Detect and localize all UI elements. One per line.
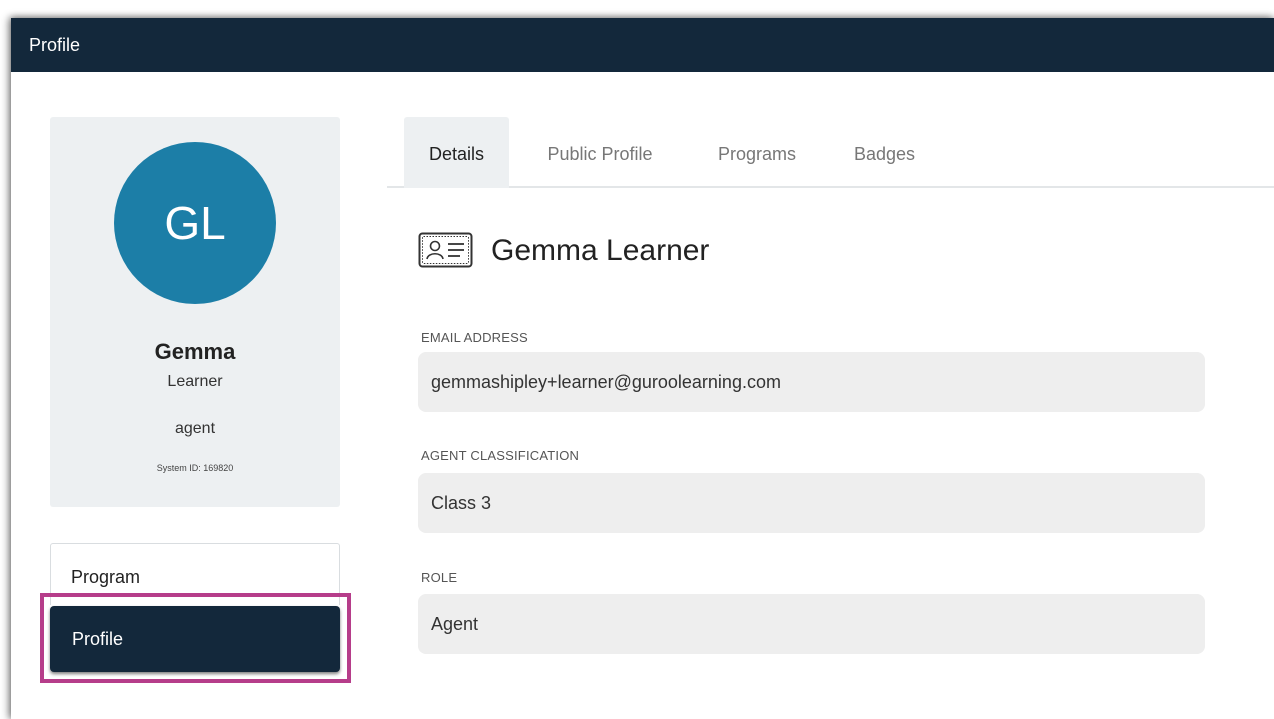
profile-role: agent (174, 420, 216, 437)
avatar: GL (114, 142, 276, 304)
agent-classification-field[interactable]: Class 3 (418, 473, 1205, 533)
profile-tabs: Details Public Profile Programs Badges (387, 117, 1274, 188)
tab-programs[interactable]: Programs (688, 117, 826, 188)
tab-details[interactable]: Details (404, 117, 509, 188)
profile-last-name: Learner (167, 373, 223, 390)
email-field[interactable]: gemmashipley+learner@guroolearning.com (418, 352, 1205, 412)
profile-first-name: Gemma (154, 339, 236, 364)
tab-badges[interactable]: Badges (832, 117, 937, 188)
profile-card: GL Gemma Learner agent System ID: 169820 (50, 117, 340, 507)
id-card-icon (418, 232, 473, 268)
profile-system-id: System ID: 169820 (156, 463, 234, 473)
email-label: EMAIL ADDRESS (421, 330, 528, 345)
role-field[interactable]: Agent (418, 594, 1205, 654)
nav-item-profile[interactable]: Profile (50, 606, 340, 672)
window-title: Profile (11, 18, 1274, 72)
agent-classification-label: AGENT CLASSIFICATION (421, 448, 580, 463)
tab-public-profile[interactable]: Public Profile (519, 117, 681, 188)
full-name: Gemma Learner (491, 234, 710, 267)
role-label: ROLE (421, 570, 458, 585)
